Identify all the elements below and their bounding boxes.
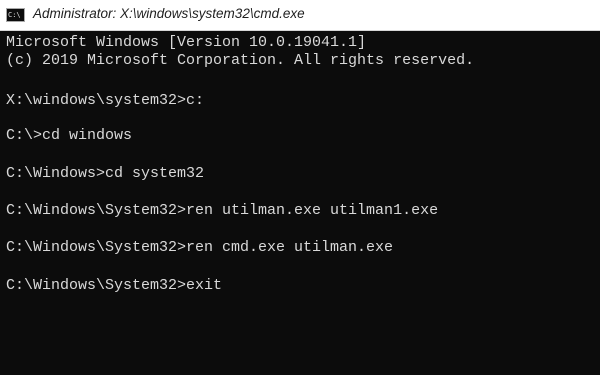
console-line-command: C:\Windows\System32>ren utilman.exe util… <box>6 202 439 219</box>
cmd-window: C:\ Administrator: X:\windows\system32\c… <box>0 0 600 375</box>
console-line-command: C:\Windows>cd system32 <box>6 165 205 182</box>
console-output[interactable]: Microsoft Windows [Version 10.0.19041.1]… <box>6 34 596 372</box>
title-bar[interactable]: C:\ Administrator: X:\windows\system32\c… <box>0 0 600 31</box>
window-title: Administrator: X:\windows\system32\cmd.e… <box>33 6 305 21</box>
console-line-copyright: (c) 2019 Microsoft Corporation. All righ… <box>6 52 475 69</box>
console-line-command: C:\Windows\System32>ren cmd.exe utilman.… <box>6 239 394 256</box>
console-line-command: X:\windows\system32>c: <box>6 92 205 109</box>
console-line-version: Microsoft Windows [Version 10.0.19041.1] <box>6 34 367 51</box>
cmd-icon: C:\ <box>6 8 25 22</box>
console-line-command: C:\>cd windows <box>6 127 133 144</box>
console-line-command: C:\Windows\System32>exit <box>6 277 223 294</box>
